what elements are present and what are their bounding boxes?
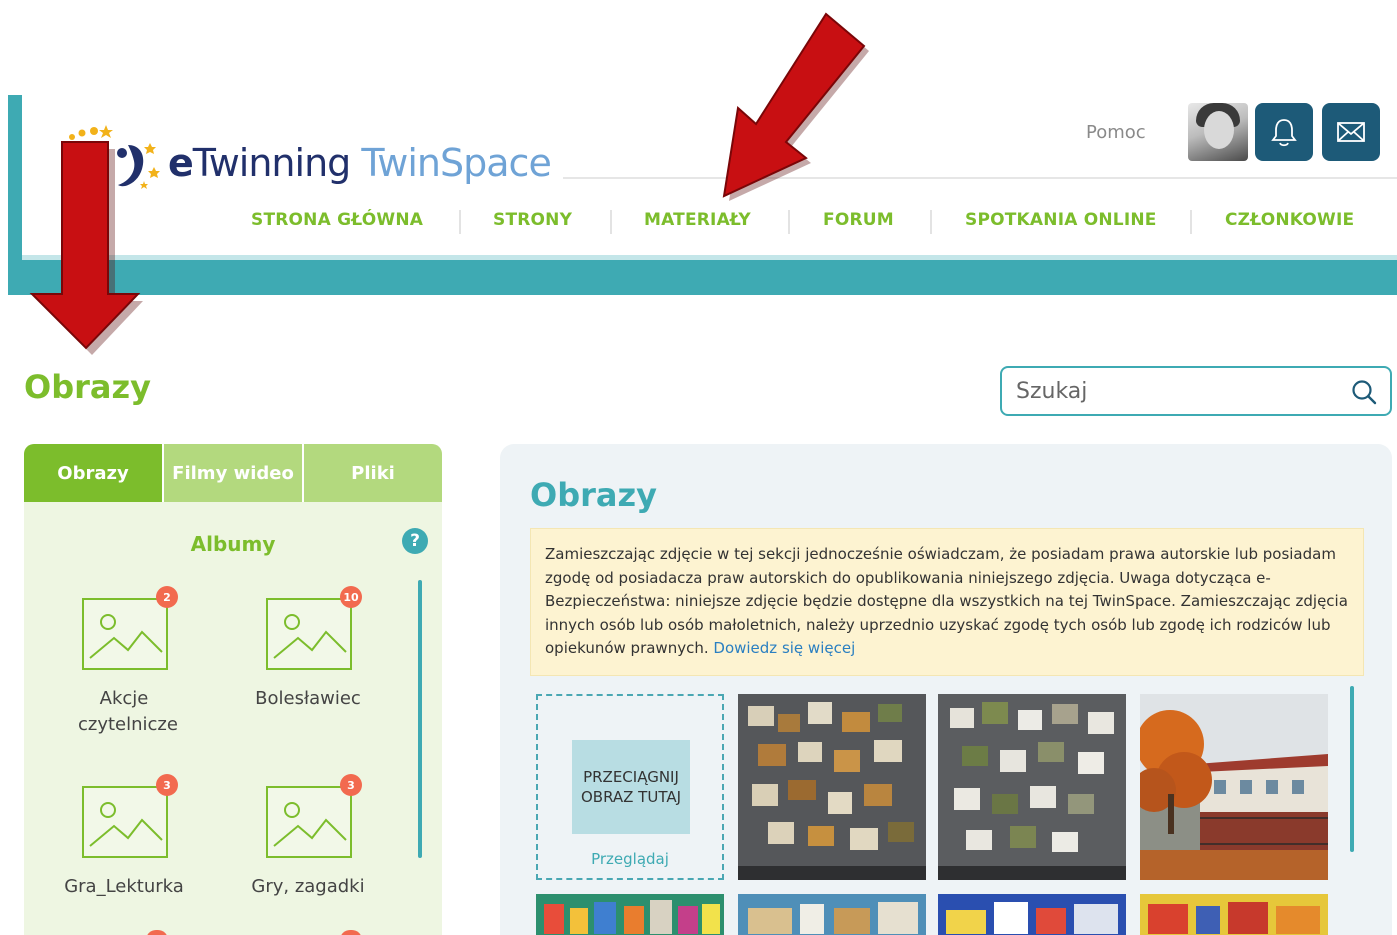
copyright-notice: Zamieszczając zdjęcie w tej sekcji jedno…: [530, 528, 1364, 676]
help-link[interactable]: Pomoc: [1086, 122, 1146, 143]
nav-separator: [1190, 210, 1192, 234]
logo-twinning: Twinning: [192, 141, 351, 185]
school-building-photo-image: [1140, 694, 1328, 880]
nav-item-home[interactable]: STRONA GŁÓWNA: [251, 210, 423, 230]
nav-separator: [610, 210, 612, 234]
images-title: Obrazy: [530, 476, 657, 514]
notice-text: Zamieszczając zdjęcie w tej sekcji jedno…: [545, 545, 1348, 657]
image-thumbnail[interactable]: [536, 894, 724, 935]
album-label[interactable]: Akcje czytelnicze: [34, 686, 214, 738]
upload-drop-zone[interactable]: PRZECIĄGNIJ OBRAZ TUTAJ Przeglądaj: [536, 694, 724, 880]
albums-panel: Obrazy Filmy wideo Pliki Albumy ? 2 Akcj…: [24, 444, 442, 935]
header-band: [8, 260, 1397, 295]
images-scrollbar[interactable]: [1350, 686, 1354, 852]
album-thumbnail: [266, 598, 352, 670]
image-thumbnail[interactable]: [1140, 894, 1328, 935]
search-icon[interactable]: [1350, 378, 1378, 406]
messages-button[interactable]: [1322, 103, 1380, 161]
user-avatar[interactable]: [1188, 103, 1248, 161]
image-placeholder-icon: [273, 802, 347, 847]
album-label[interactable]: Gry, zagadki: [218, 874, 398, 900]
album-label[interactable]: Bolesławiec: [218, 686, 398, 712]
album-count-badge: 3: [340, 774, 362, 796]
classroom-photo-image: [536, 894, 724, 935]
help-icon[interactable]: ?: [402, 528, 428, 554]
albums-title: Albumy: [190, 532, 276, 556]
search-input[interactable]: [1016, 376, 1336, 406]
album-count-badge: 2: [156, 586, 178, 608]
album-thumbnail: [82, 786, 168, 858]
puzzle-photo-image: [938, 694, 1126, 880]
image-thumbnail[interactable]: [938, 694, 1126, 880]
image-placeholder-icon: [273, 614, 347, 659]
album-card[interactable]: 3 Gry, zagadki: [218, 770, 398, 935]
nav-item-pages[interactable]: STRONY: [493, 210, 572, 230]
drop-text-line1: PRZECIĄGNIJ: [583, 768, 679, 786]
nav-item-members[interactable]: CZŁONKOWIE: [1225, 210, 1354, 230]
tab-files[interactable]: Pliki: [302, 444, 442, 502]
nav-separator: [930, 210, 932, 234]
page-title: Obrazy: [24, 368, 151, 406]
logo-e: e: [168, 141, 194, 185]
drop-target[interactable]: PRZECIĄGNIJ OBRAZ TUTAJ: [572, 740, 690, 834]
album-count-badge: 3: [156, 774, 178, 796]
tab-images[interactable]: Obrazy: [24, 444, 162, 502]
logo-twinspace: TwinSpace: [361, 141, 551, 185]
classroom-photo-image: [938, 894, 1126, 935]
nav-separator: [788, 210, 790, 234]
album-count-badge: 10: [340, 586, 362, 608]
classroom-photo-image: [738, 894, 926, 935]
avatar-face: [1204, 111, 1234, 149]
nav-item-forum[interactable]: FORUM: [823, 210, 894, 230]
page: eTwinning TwinSpace Pomoc STRONA GŁÓWNA: [0, 0, 1397, 935]
nav-separator: [459, 210, 461, 234]
puzzle-photo-image: [738, 694, 926, 880]
albums-scrollbar[interactable]: [418, 580, 422, 858]
learn-more-link[interactable]: Dowiedz się więcej: [713, 639, 855, 657]
album-thumbnail: [266, 786, 352, 858]
logo-text: eTwinning TwinSpace: [168, 141, 552, 185]
album-label[interactable]: Gra_Lekturka: [34, 874, 214, 900]
image-thumbnail[interactable]: [938, 894, 1126, 935]
main-nav: STRONA GŁÓWNA STRONY MATERIAŁY FORUM SPO…: [226, 210, 1396, 240]
nav-item-online-meetings[interactable]: SPOTKANIA ONLINE: [965, 210, 1157, 230]
image-thumbnail[interactable]: [738, 894, 926, 935]
image-thumbnail[interactable]: [738, 694, 926, 880]
browse-link[interactable]: Przeglądaj: [538, 850, 722, 868]
album-card[interactable]: 3 Gra_Lekturka: [34, 770, 214, 935]
image-placeholder-icon: [89, 802, 163, 847]
envelope-icon: [1337, 122, 1365, 142]
notifications-button[interactable]: [1255, 103, 1313, 161]
images-panel: Obrazy Zamieszczając zdjęcie w tej sekcj…: [500, 444, 1392, 935]
image-thumbnail[interactable]: [1140, 694, 1328, 880]
header-rule: [563, 177, 1397, 179]
classroom-photo-image: [1140, 894, 1328, 935]
search-box: [1000, 366, 1392, 416]
bell-icon: [1271, 119, 1297, 147]
media-tabs: Obrazy Filmy wideo Pliki: [24, 444, 442, 502]
arrow-down-icon: [29, 141, 143, 355]
album-card[interactable]: 10 Bolesławiec: [218, 582, 398, 752]
album-thumbnail: [82, 598, 168, 670]
nav-item-materials[interactable]: MATERIAŁY: [644, 210, 751, 230]
image-placeholder-icon: [89, 614, 163, 659]
album-card[interactable]: 2 Akcje czytelnicze: [34, 582, 214, 752]
drop-text-line2: OBRAZ TUTAJ: [580, 788, 682, 806]
arrow-diagonal-icon: [722, 12, 869, 201]
tab-videos[interactable]: Filmy wideo: [162, 444, 302, 502]
